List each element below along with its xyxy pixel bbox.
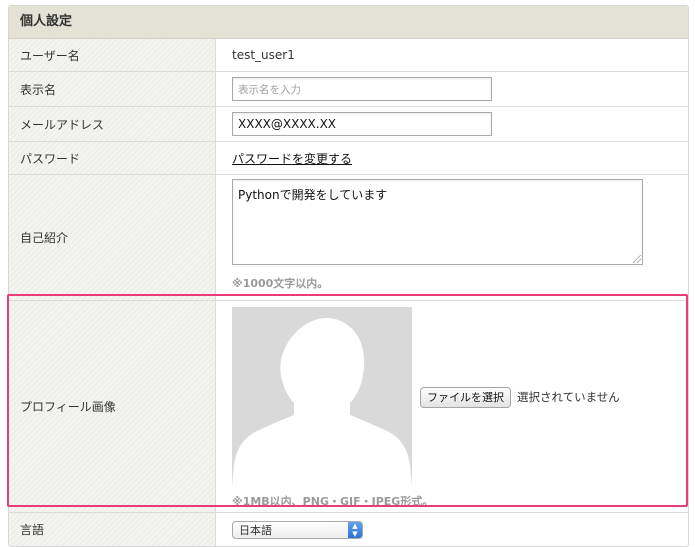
row-username: ユーザー名 test_user1 <box>9 39 688 72</box>
row-profile-image: プロフィール画像 ファイルを選択 選択されていません ※1MB以内、PNG・GI… <box>9 301 688 513</box>
updown-chevron-icon: ▲ ▼ <box>348 522 362 538</box>
row-display-name: 表示名 表示名を入力 <box>9 72 688 107</box>
display-name-label: 表示名 <box>9 72 216 106</box>
choose-file-button[interactable]: ファイルを選択 <box>420 386 511 408</box>
profile-image-label: プロフィール画像 <box>9 301 216 512</box>
change-password-link[interactable]: パスワードを変更する <box>232 150 352 167</box>
password-label: パスワード <box>9 142 216 174</box>
display-name-placeholder: 表示名を入力 <box>238 83 301 96</box>
username-value: test_user1 <box>232 48 295 62</box>
row-email: メールアドレス XXXX@XXXX.XX <box>9 107 688 142</box>
panel-title: 個人設定 <box>9 6 688 39</box>
language-selected: 日本語 <box>239 524 272 537</box>
resize-grip-icon[interactable] <box>633 255 641 263</box>
avatar <box>232 307 412 487</box>
bio-note: ※1000文字以内。 <box>232 277 329 290</box>
email-label: メールアドレス <box>9 107 216 141</box>
personal-settings-panel: 個人設定 ユーザー名 test_user1 表示名 表示名を入力 メールアドレス… <box>8 5 689 547</box>
file-status: 選択されていません <box>517 390 620 404</box>
row-bio: 自己紹介 Pythonで開発をしています ※1000文字以内。 <box>9 175 688 301</box>
email-value: XXXX@XXXX.XX <box>238 117 337 131</box>
default-user-silhouette-icon <box>232 318 412 487</box>
row-language: 言語 日本語 ▲ ▼ <box>9 513 688 546</box>
row-password: パスワード パスワードを変更する <box>9 142 688 175</box>
email-input[interactable]: XXXX@XXXX.XX <box>232 112 492 136</box>
display-name-input[interactable]: 表示名を入力 <box>232 77 492 101</box>
language-select[interactable]: 日本語 ▲ ▼ <box>232 521 363 539</box>
username-label: ユーザー名 <box>9 39 216 71</box>
profile-image-note: ※1MB以内、PNG・GIF・JPEG形式。 <box>232 495 434 508</box>
language-label: 言語 <box>9 513 216 546</box>
bio-label: 自己紹介 <box>9 175 216 300</box>
bio-text: Pythonで開発をしています <box>238 188 388 202</box>
bio-textarea[interactable]: Pythonで開発をしています <box>232 179 643 265</box>
